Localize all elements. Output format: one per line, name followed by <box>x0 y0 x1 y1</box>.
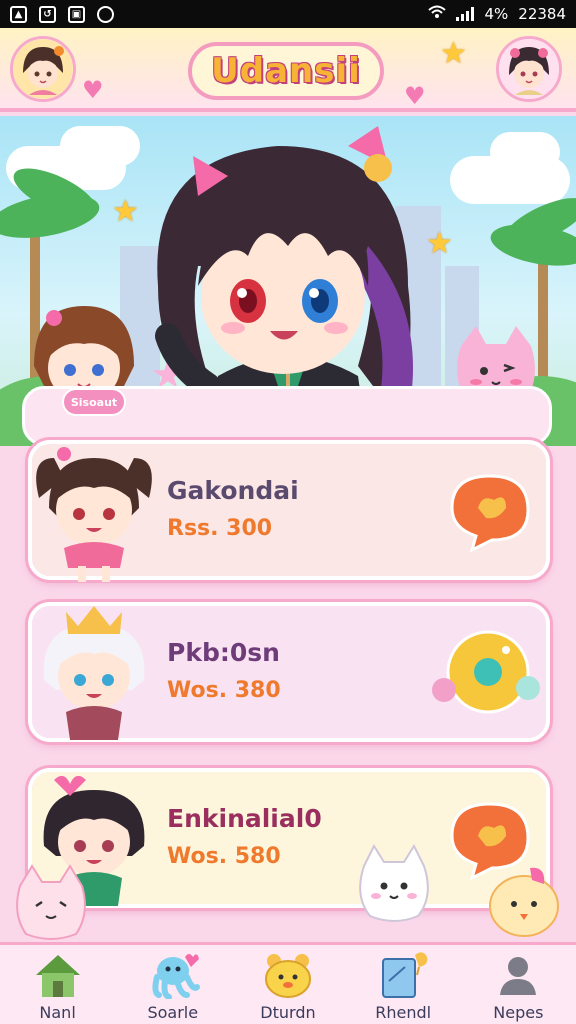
character-avatar <box>24 600 164 746</box>
chick-mascot-icon <box>489 867 559 937</box>
nav-item-center[interactable]: Dturdn <box>238 945 338 1024</box>
heart-icon: ♥ <box>404 82 426 110</box>
nav-item-profile[interactable]: Nepes <box>468 945 568 1024</box>
list-item[interactable]: Pkb:0sn Wos. 380 <box>28 602 550 742</box>
home-icon <box>35 955 80 997</box>
nav-label: Nepes <box>493 1003 544 1022</box>
octopus-icon <box>152 954 200 999</box>
girl-avatar-icon <box>13 39 73 99</box>
battery-text: 4% <box>484 5 509 23</box>
character-avatar <box>24 438 164 584</box>
power-icon <box>97 5 114 23</box>
image-icon: ▲ <box>10 5 27 23</box>
cat-mascot-icon <box>16 864 86 940</box>
book-icon <box>382 952 428 998</box>
item-name: Pkb:0sn <box>167 638 280 667</box>
cat-mascot-icon <box>359 843 429 922</box>
nav-item-search[interactable]: Soarle <box>123 945 223 1024</box>
item-name: Enkinalial0 <box>167 804 322 833</box>
bottom-navigation: Nanl Soarle Dturdn Rhendl Nepes <box>0 942 576 1024</box>
nav-label: Rhendl <box>375 1003 432 1022</box>
girl-avatar-icon <box>36 447 152 582</box>
nav-item-friends[interactable]: Rhendl <box>353 945 453 1024</box>
left-avatar-button[interactable] <box>10 36 76 102</box>
girl-avatar-icon <box>499 39 559 99</box>
hero-badge: Sisoaut <box>62 388 126 416</box>
clock: 22384 <box>518 5 566 23</box>
chat-button[interactable] <box>448 472 532 553</box>
status-bar: ▲ ↺ ▣ 4% 22384 <box>0 0 576 28</box>
item-name: Gakondai <box>167 476 299 505</box>
item-price: Wos. 580 <box>167 844 281 869</box>
play-button[interactable] <box>430 626 540 722</box>
nav-item-home[interactable]: Nanl <box>8 945 108 1024</box>
star-icon: ★ <box>440 36 467 71</box>
bear-icon <box>264 954 311 998</box>
profile-icon <box>500 957 537 995</box>
sync-icon: ↺ <box>39 5 56 23</box>
app-header: ♥ Udansii ★ ♥ <box>0 28 576 112</box>
chat-bubble-icon <box>450 474 530 553</box>
item-price: Wos. 380 <box>167 678 281 703</box>
star-icon: ★ <box>112 194 139 229</box>
list-item[interactable]: Enkinalial0 Wos. 580 <box>28 768 550 908</box>
nav-label: Soarle <box>147 1003 199 1022</box>
list-item[interactable]: Gakondai Rss. 300 <box>28 440 550 582</box>
nav-label: Dturdn <box>260 1003 316 1022</box>
gallery-icon: ▣ <box>68 5 85 23</box>
wifi-icon <box>428 5 447 23</box>
right-avatar-button[interactable] <box>496 36 562 102</box>
signal-icon <box>456 7 475 21</box>
item-price: Rss. 300 <box>167 516 273 541</box>
game-controller-icon <box>432 630 540 714</box>
nav-label: Nanl <box>39 1003 76 1022</box>
heart-icon: ♥ <box>82 76 104 104</box>
app-title: Udansii <box>188 42 384 100</box>
girl-avatar-icon <box>43 606 145 740</box>
